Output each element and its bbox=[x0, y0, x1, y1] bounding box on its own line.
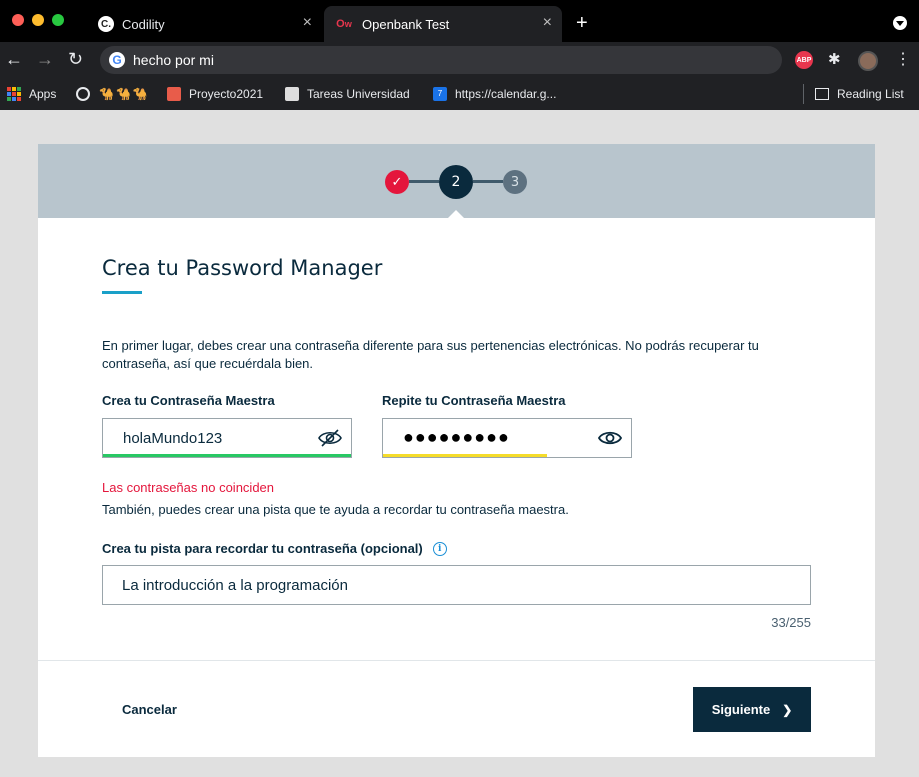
more-menu-icon[interactable]: ⋮ bbox=[895, 51, 911, 69]
password-mismatch-error: Las contraseñas no coinciden bbox=[102, 480, 275, 495]
chevron-right-icon: ❯ bbox=[782, 702, 793, 717]
document-icon bbox=[285, 87, 299, 101]
step-pointer bbox=[447, 210, 465, 219]
title-underline bbox=[102, 291, 142, 294]
minimize-window-button[interactable] bbox=[32, 14, 44, 26]
new-tab-button[interactable]: + bbox=[576, 13, 588, 33]
forward-arrow-icon[interactable]: → bbox=[36, 49, 54, 69]
back-arrow-icon[interactable]: ← bbox=[5, 49, 23, 69]
next-button[interactable]: Siguiente ❯ bbox=[693, 687, 811, 732]
step-2-current: 2 bbox=[439, 165, 473, 199]
tab-close-icon[interactable]: × bbox=[303, 15, 312, 31]
google-icon: G bbox=[109, 52, 125, 68]
maximize-window-button[interactable] bbox=[52, 14, 64, 26]
tab-title: Openbank Test bbox=[362, 16, 450, 32]
step-1-done-check-icon: ✓ bbox=[385, 170, 409, 194]
next-button-label: Siguiente bbox=[711, 702, 771, 717]
reading-list-label: Reading List bbox=[837, 87, 904, 101]
hint-label-text: Crea tu pista para recordar tu contraseñ… bbox=[102, 541, 423, 556]
bookmark-label: Proyecto2021 bbox=[189, 87, 264, 101]
close-window-button[interactable] bbox=[12, 14, 24, 26]
bookmark-tareas-universidad[interactable]: Tareas Universidad bbox=[285, 85, 410, 103]
cancel-button[interactable]: Cancelar bbox=[122, 702, 177, 717]
bookmark-camels[interactable]: 🐪🐪🐪 bbox=[99, 85, 150, 103]
apps-grid-icon bbox=[7, 87, 21, 101]
bookmark-calendar[interactable]: 7 https://calendar.g... bbox=[433, 85, 556, 103]
hint-character-counter: 33/255 bbox=[771, 615, 811, 630]
step-3-pending: 3 bbox=[503, 170, 527, 194]
hint-label: Crea tu pista para recordar tu contraseñ… bbox=[102, 541, 447, 556]
master-password-label: Crea tu Contraseña Maestra bbox=[102, 393, 275, 408]
tab-openbank[interactable]: Ow Openbank Test × bbox=[324, 6, 562, 42]
bookmark-label: Apps bbox=[29, 87, 57, 101]
bookmarks-bar: Apps 🐪🐪🐪 Proyecto2021 Tareas Universidad… bbox=[0, 78, 919, 110]
bookmark-apps[interactable]: Apps bbox=[7, 85, 56, 103]
master-password-value[interactable]: holaMundo123 bbox=[123, 430, 222, 447]
puzzle-icon[interactable]: ✱ bbox=[828, 51, 841, 69]
address-bar[interactable]: G hecho por mi bbox=[100, 46, 782, 74]
bookmark-label: https://calendar.g... bbox=[455, 87, 557, 101]
tab-codility[interactable]: C. Codility × bbox=[88, 6, 322, 42]
hint-input[interactable]: La introducción a la programación bbox=[102, 565, 811, 605]
hint-input-value[interactable]: La introducción a la programación bbox=[122, 577, 348, 594]
avatar[interactable] bbox=[858, 51, 878, 71]
globe-icon bbox=[76, 87, 90, 101]
footer-divider bbox=[38, 660, 875, 661]
stepper: ✓ 2 3 bbox=[38, 144, 875, 219]
reload-icon[interactable]: ↻ bbox=[68, 49, 83, 69]
master-password-field[interactable]: holaMundo123 bbox=[102, 418, 352, 458]
bookmark-proyecto2021[interactable]: Proyecto2021 bbox=[167, 85, 263, 103]
adblock-icon[interactable]: ABP bbox=[795, 51, 813, 69]
password-strength-bar bbox=[103, 454, 351, 457]
openbank-icon: Ow bbox=[336, 18, 352, 30]
browser-toolbar: ← → ↻ G hecho por mi ABP ✱ ⋮ bbox=[0, 42, 919, 78]
tab-close-icon[interactable]: × bbox=[543, 15, 552, 31]
eye-icon[interactable] bbox=[597, 428, 623, 448]
bookmark-label: Tareas Universidad bbox=[307, 87, 410, 101]
browser-tab-bar: C. Codility × Ow Openbank Test × + bbox=[0, 0, 919, 42]
codility-icon: C. bbox=[98, 16, 114, 32]
tab-search-icon[interactable] bbox=[893, 16, 907, 30]
step-connector bbox=[473, 180, 503, 183]
repeat-password-label: Repite tu Contraseña Maestra bbox=[382, 393, 566, 408]
bookmark-globe[interactable] bbox=[76, 85, 98, 103]
reading-list-icon bbox=[815, 88, 829, 100]
camels-icon: 🐪🐪🐪 bbox=[99, 87, 150, 101]
repeat-strength-bar bbox=[383, 454, 547, 457]
repeat-password-field[interactable]: ●●●●●●●●● bbox=[382, 418, 632, 458]
eye-slash-icon[interactable] bbox=[317, 428, 343, 448]
page-title: Crea tu Password Manager bbox=[102, 256, 383, 280]
reading-list-button[interactable]: Reading List bbox=[815, 85, 904, 103]
step-connector bbox=[409, 180, 439, 183]
intro-text: En primer lugar, debes crear una contras… bbox=[102, 338, 759, 371]
trello-icon bbox=[167, 87, 181, 101]
hint-intro-text: También, puedes crear una pista que te a… bbox=[102, 502, 569, 517]
bookmarks-divider bbox=[803, 84, 804, 104]
password-manager-card: ✓ 2 3 Crea tu Password Manager En primer… bbox=[38, 144, 875, 757]
address-text[interactable]: hecho por mi bbox=[133, 52, 214, 68]
repeat-password-value[interactable]: ●●●●●●●●● bbox=[403, 427, 510, 448]
tab-title: Codility bbox=[122, 16, 165, 32]
info-icon[interactable]: i bbox=[432, 541, 447, 556]
calendar-icon: 7 bbox=[433, 87, 447, 101]
